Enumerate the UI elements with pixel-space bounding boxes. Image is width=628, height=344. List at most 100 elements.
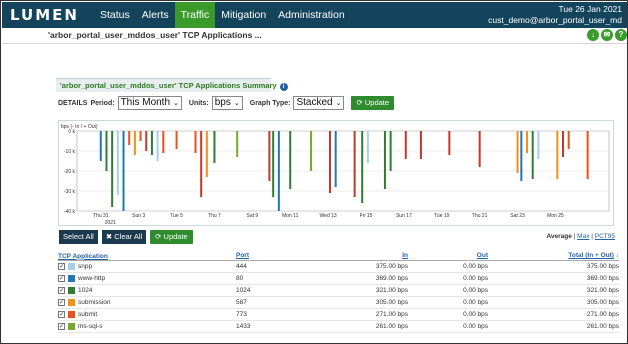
row-checkbox[interactable]: ✓ <box>58 287 65 294</box>
app-cell: ✓ 1024 <box>58 287 236 294</box>
total-cell: 271.00 bps <box>586 311 619 318</box>
nav-administration[interactable]: Administration <box>272 2 351 28</box>
page-header: 'arbor_portal_user_mddos_user' TCP Appli… <box>2 28 627 44</box>
series-color-swatch <box>68 299 75 306</box>
user-info: Tue 26 Jan 2021 cust_demo@arbor_portal_u… <box>488 4 622 26</box>
chevron-down-icon: ⌄ <box>173 100 179 107</box>
table-row[interactable]: ✓ snpp 444 375.00 bps 0.00 bps 375.00 bps <box>58 261 619 273</box>
col-port[interactable]: Port <box>236 252 326 260</box>
clear-all-button[interactable]: ✖ Clear All <box>101 230 147 244</box>
in-cell: 375.00 bps <box>375 263 408 270</box>
chevron-down-icon: ⌄ <box>335 100 342 107</box>
table-row[interactable]: ✓ ms-sql-s 1433 261.00 bps 0.00 bps 261.00 bp… <box>58 321 619 333</box>
col-in[interactable]: In <box>326 252 408 260</box>
average-link[interactable]: Average <box>546 233 571 240</box>
series-color-swatch <box>68 311 75 318</box>
chart-bar <box>289 131 292 189</box>
chart-bar <box>139 131 142 141</box>
chart-bar <box>194 131 197 153</box>
update-label: Update <box>364 98 390 107</box>
email-icon[interactable]: ✉ <box>601 29 613 41</box>
download-icon[interactable]: ↓ <box>587 29 599 41</box>
out-cell: 0.00 bps <box>463 263 488 270</box>
chart-bar <box>268 131 271 181</box>
x-tick-label: Thu 21 <box>472 213 488 219</box>
units-select[interactable]: bps ⌄ <box>211 96 243 110</box>
app-name: www-http <box>78 275 106 282</box>
col-total[interactable]: Total (In + Out) ↓ <box>488 252 619 260</box>
chart-bar <box>156 131 159 161</box>
row-checkbox[interactable]: ✓ <box>58 299 65 306</box>
x-tick-label: Sat 23 <box>510 213 525 219</box>
nav-alerts[interactable]: Alerts <box>136 2 175 28</box>
chart-bar <box>526 131 529 153</box>
in-cell: 305.00 bps <box>375 299 408 306</box>
update-label: Update <box>163 232 188 241</box>
row-checkbox[interactable]: ✓ <box>58 275 65 282</box>
details-label: DETAILS <box>58 99 88 107</box>
total-cell: 375.00 bps <box>586 263 619 270</box>
chart-bar <box>105 131 108 171</box>
chart-svg: bps (- In / + Out)0 k -10 k -20 k -30 k -40 … <box>61 124 610 226</box>
applications-table: TCP Application Port In Out Total (In + … <box>58 252 619 333</box>
update-button[interactable]: ⟳ Update <box>150 230 193 244</box>
x-tick-label: Sun 17 <box>396 213 412 219</box>
chart-bar <box>236 131 239 157</box>
table-row[interactable]: ✓ www-http 80 369.00 bps 0.00 bps 369.00 bps <box>58 273 619 285</box>
chevron-down-icon: ⌄ <box>233 100 240 107</box>
clear-all-label: Clear All <box>114 232 143 241</box>
col-out[interactable]: Out <box>408 252 488 260</box>
chart-bar <box>133 131 136 155</box>
table-row[interactable]: ✓ submission 587 305.00 bps 0.00 bps 305.00 b… <box>58 297 619 309</box>
panel-title-text: 'arbor_portal_user_mddos_user' TCP Appli… <box>60 81 277 90</box>
graph-type-select[interactable]: Stacked ⌄ <box>293 96 345 110</box>
period-value: This Month <box>120 97 171 108</box>
select-all-button[interactable]: Select All <box>59 230 98 244</box>
top-navigation-bar: LUMEN Status Alerts Traffic Mitigation A… <box>2 2 627 28</box>
period-select[interactable]: This Month ⌄ <box>117 96 182 110</box>
x-tick-sublabel: 2021 <box>105 220 116 226</box>
table-row[interactable]: ✓ 1024 1024 321.00 bps 0.00 bps 321.00 bps <box>58 285 619 297</box>
y-tick-label: -30 k <box>64 189 76 195</box>
chart-bar <box>389 131 392 171</box>
update-button-top[interactable]: ⟳ Update <box>351 96 395 110</box>
chart-bar <box>213 131 216 163</box>
row-checkbox[interactable]: ✓ <box>58 323 65 330</box>
chart-bar <box>116 131 119 195</box>
port-cell: 80 <box>236 275 244 282</box>
row-checkbox[interactable]: ✓ <box>58 263 65 270</box>
help-icon[interactable]: ? <box>615 29 627 41</box>
units-label: Units: <box>188 99 209 107</box>
x-tick-label: Tue 19 <box>434 213 450 219</box>
chart-bar <box>516 131 519 173</box>
app-name: ms-sql-s <box>78 323 103 330</box>
chart-bar <box>448 131 451 155</box>
graph-type-value: Stacked <box>296 97 333 108</box>
chart-bar <box>383 131 386 189</box>
max-link[interactable]: Max <box>577 233 589 240</box>
col-tcp-application[interactable]: TCP Application <box>58 252 236 260</box>
chart-bar <box>175 131 178 149</box>
chart-bar <box>205 131 208 177</box>
nav-status[interactable]: Status <box>94 2 136 28</box>
nav-traffic[interactable]: Traffic <box>174 2 216 28</box>
nav-mitigation[interactable]: Mitigation <box>215 2 272 28</box>
app-cell: ✓ submit <box>58 311 236 318</box>
port-cell: 1024 <box>236 287 251 294</box>
out-cell: 0.00 bps <box>463 299 488 306</box>
pct95-link[interactable]: PCT95 <box>595 233 615 240</box>
app-name: submit <box>78 311 98 318</box>
chart-bar <box>478 131 481 167</box>
x-tick-label: Thu 7 <box>208 213 221 219</box>
sort-desc-icon: ↓ <box>613 252 619 259</box>
user-account[interactable]: cust_demo@arbor_portal_user_md <box>488 15 622 26</box>
x-tick-label: Wed 13 <box>320 213 337 219</box>
table-row[interactable]: ✓ submit 773 271.00 bps 0.00 bps 271.00 bps <box>58 309 619 321</box>
row-checkbox[interactable]: ✓ <box>58 311 65 318</box>
app-cell: ✓ ms-sql-s <box>58 323 236 330</box>
info-icon[interactable]: i <box>279 83 288 91</box>
period-label: Period: <box>90 99 115 107</box>
table-body: ✓ snpp 444 375.00 bps 0.00 bps 375.00 bps ✓ www… <box>58 261 619 333</box>
chart-bar <box>310 131 313 171</box>
x-tick-label: Mon 25 <box>547 213 564 219</box>
